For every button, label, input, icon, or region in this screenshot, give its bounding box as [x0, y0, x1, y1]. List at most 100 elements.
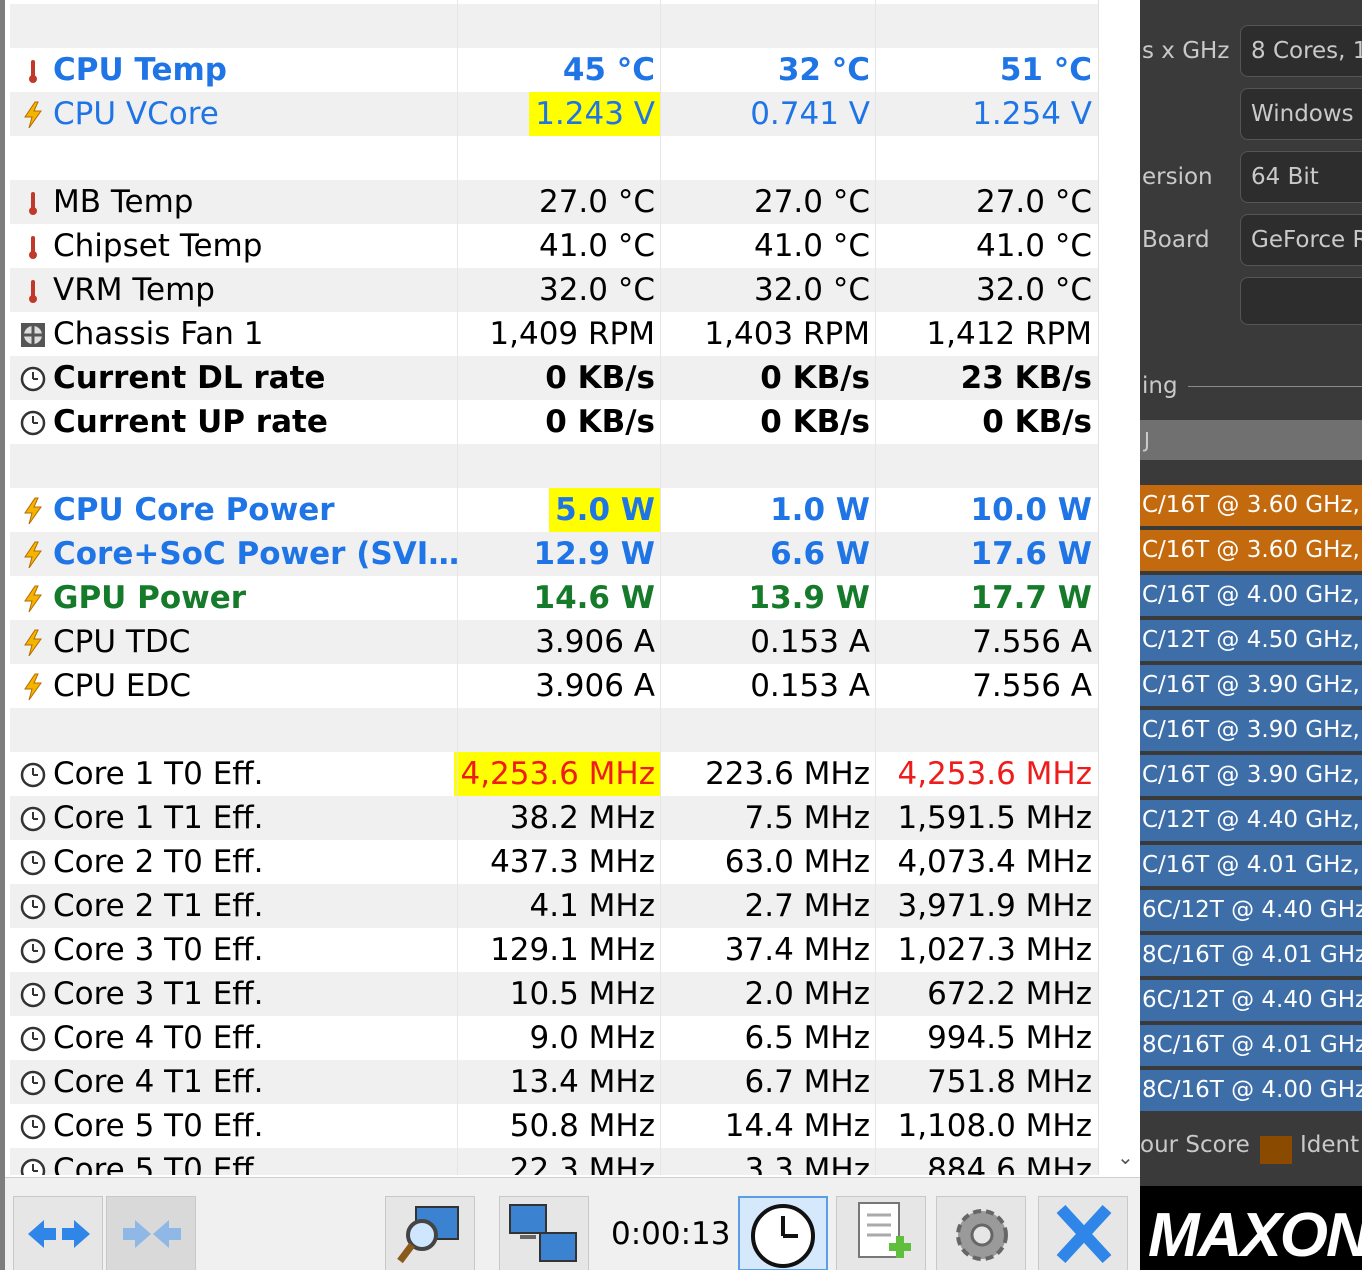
sensor-row[interactable]: CPU TDC 3.906 A 0.153 A 7.556 A	[10, 620, 1098, 664]
ranking-item[interactable]: 6C/12T @ 4.40 GHz,	[1140, 980, 1362, 1021]
sensor-row[interactable]: CPU EDC 3.906 A 0.153 A 7.556 A	[10, 664, 1098, 708]
ranking-item[interactable]: 8C/16T @ 4.00 GHz,	[1140, 1070, 1362, 1111]
maximum-value: 7.556 A	[972, 668, 1092, 704]
minimum-value: 27.0 °C	[753, 184, 870, 220]
info-value-empty	[1240, 277, 1362, 325]
expand-arrows-button[interactable]	[13, 1196, 103, 1270]
sensor-row[interactable]: Chassis Fan 1 1,409 RPM 1,403 RPM 1,412 RPM	[10, 312, 1098, 356]
sensor-label: CPU Temp	[53, 52, 227, 88]
sensor-row[interactable]: Core 5 T0 Eff. 22.3 MHz 3.3 MHz 884.6 MHz	[10, 1148, 1098, 1175]
close-icon	[1056, 1204, 1112, 1264]
ranking-item[interactable]: C/16T @ 3.60 GHz, A	[1140, 485, 1362, 526]
minimum-value: 14.4 MHz	[724, 1108, 870, 1144]
maximum-value: 10.0 W	[970, 492, 1092, 528]
sensor-row[interactable]: Core 2 T0 Eff. 437.3 MHz 63.0 MHz 4,073.4 M…	[10, 840, 1098, 884]
sensor-row[interactable]: Chipset Temp 41.0 °C 41.0 °C 41.0 °C	[10, 224, 1098, 268]
ranking-item[interactable]: C/16T @ 3.90 GHz, A	[1140, 710, 1362, 751]
sensor-row[interactable]: Current DL rate 0 KB/s 0 KB/s 23 KB/s	[10, 356, 1098, 400]
minimum-value: 63.0 MHz	[724, 844, 870, 880]
add-report-button[interactable]	[836, 1196, 926, 1270]
sensor-label: Current UP rate	[53, 404, 328, 440]
maximum-value: 4,073.4 MHz	[897, 844, 1092, 880]
sensor-row[interactable]: Core 1 T0 Eff. 4,253.6 MHz 223.6 MHz 4,253.…	[10, 752, 1098, 796]
current-value: 45 °C	[562, 52, 655, 88]
blank-row[interactable]	[10, 444, 1098, 488]
ranking-dropdown[interactable]: J	[1140, 420, 1362, 460]
sensor-label: Core 3 T1 Eff.	[53, 976, 264, 1012]
thermometer-icon	[19, 189, 47, 217]
minimum-value: 2.7 MHz	[744, 888, 870, 924]
current-value: 13.4 MHz	[509, 1064, 655, 1100]
maximum-value: 1.254 V	[972, 96, 1092, 132]
current-value: 9.0 MHz	[529, 1020, 655, 1056]
info-label-board: Board	[1142, 227, 1210, 253]
minimum-value: 7.5 MHz	[744, 800, 870, 836]
vertical-scrollbar[interactable]	[1098, 0, 1145, 1175]
sensor-row[interactable]: MB Temp 27.0 °C 27.0 °C 27.0 °C	[10, 180, 1098, 224]
sensor-row[interactable]: Core 2 T1 Eff. 4.1 MHz 2.7 MHz 3,971.9 MHz	[10, 884, 1098, 928]
double-arrow-icon	[28, 1220, 90, 1248]
maximum-value: 4,253.6 MHz	[897, 756, 1092, 792]
sensor-row[interactable]: Core 3 T1 Eff. 10.5 MHz 2.0 MHz 672.2 MHz	[10, 972, 1098, 1016]
ranking-item[interactable]: 8C/16T @ 4.01 GHz,	[1140, 1025, 1362, 1066]
sensor-row[interactable]: Core 1 T1 Eff. 38.2 MHz 7.5 MHz 1,591.5 MHz	[10, 796, 1098, 840]
sensor-row[interactable]: Core 5 T0 Eff. 50.8 MHz 14.4 MHz 1,108.0 MH…	[10, 1104, 1098, 1148]
sensor-row[interactable]: GPU Power 14.6 W 13.9 W 17.7 W	[10, 576, 1098, 620]
gauge-icon	[19, 1157, 47, 1175]
sensor-row[interactable]: CPU Core Power 5.0 W 1.0 W 10.0 W	[10, 488, 1098, 532]
scroll-down-arrow-icon[interactable]: ⌄	[1117, 1145, 1134, 1169]
network-computers-button[interactable]	[499, 1196, 589, 1270]
minimum-value: 0.153 A	[750, 624, 870, 660]
minimum-value: 6.7 MHz	[744, 1064, 870, 1100]
sensor-row[interactable]: Core 4 T0 Eff. 9.0 MHz 6.5 MHz 994.5 MHz	[10, 1016, 1098, 1060]
clock-button[interactable]	[738, 1196, 828, 1270]
blank-row[interactable]	[10, 4, 1098, 48]
sensor-row[interactable]: Current UP rate 0 KB/s 0 KB/s 0 KB/s	[10, 400, 1098, 444]
sensor-row[interactable]: CPU VCore 1.243 V 0.741 V 1.254 V	[10, 92, 1098, 136]
current-value: 38.2 MHz	[509, 800, 655, 836]
column-separator	[660, 0, 661, 1175]
identical-label: Ident	[1300, 1132, 1360, 1158]
blank-row[interactable]	[10, 708, 1098, 752]
info-label-version: ersion	[1142, 164, 1213, 190]
sensor-label: Core 2 T0 Eff.	[53, 844, 264, 880]
ranking-item[interactable]: 6C/12T @ 4.40 GHz,	[1140, 890, 1362, 931]
ranking-item[interactable]: C/12T @ 4.50 GHz, A	[1140, 620, 1362, 661]
minimum-value: 13.9 W	[748, 580, 870, 616]
current-value: 50.8 MHz	[509, 1108, 655, 1144]
ranking-label: ing	[1142, 373, 1178, 399]
sensor-row[interactable]: CPU Temp 45 °C 32 °C 51 °C	[10, 48, 1098, 92]
ranking-item[interactable]: C/16T @ 3.90 GHz, A	[1140, 755, 1362, 796]
ranking-item[interactable]: C/16T @ 3.60 GHz, A	[1140, 530, 1362, 571]
sensor-row[interactable]: Core 4 T1 Eff. 13.4 MHz 6.7 MHz 751.8 MHz	[10, 1060, 1098, 1104]
current-value: 22.3 MHz	[509, 1152, 655, 1175]
add-document-icon	[858, 1202, 911, 1258]
info-value-os: Windows	[1240, 88, 1362, 140]
current-value: 1.243 V	[529, 92, 661, 136]
minimum-value: 0.741 V	[750, 96, 870, 132]
maximum-value: 1,027.3 MHz	[897, 932, 1092, 968]
maximum-value: 32.0 °C	[975, 272, 1092, 308]
ranking-item[interactable]: C/12T @ 4.40 GHz, A	[1140, 800, 1362, 841]
ranking-item[interactable]: 8C/16T @ 4.01 GHz,	[1140, 935, 1362, 976]
sensor-row[interactable]: VRM Temp 32.0 °C 32.0 °C 32.0 °C	[10, 268, 1098, 312]
maximum-value: 751.8 MHz	[927, 1064, 1092, 1100]
blank-row[interactable]	[10, 136, 1098, 180]
ranking-item[interactable]: C/16T @ 4.00 GHz, A	[1140, 575, 1362, 616]
sensor-row[interactable]: Core 3 T0 Eff. 129.1 MHz 37.4 MHz 1,027.3 M…	[10, 928, 1098, 972]
minimum-value: 223.6 MHz	[705, 756, 870, 792]
info-value-version: 64 Bit	[1240, 151, 1362, 203]
settings-button[interactable]	[936, 1196, 1026, 1270]
info-value-cores: 8 Cores, 1	[1240, 25, 1362, 77]
minimum-value: 0 KB/s	[760, 360, 870, 396]
gauge-icon	[19, 849, 47, 877]
gauge-icon	[19, 1069, 47, 1097]
ranking-item[interactable]: C/16T @ 3.90 GHz, A	[1140, 665, 1362, 706]
close-button[interactable]	[1038, 1196, 1128, 1270]
collapse-arrows-button[interactable]	[106, 1196, 196, 1270]
ranking-item[interactable]: C/16T @ 4.01 GHz, A	[1140, 845, 1362, 886]
network-monitor-button[interactable]	[385, 1196, 475, 1270]
maximum-value: 672.2 MHz	[927, 976, 1092, 1012]
sensor-row[interactable]: Core+SoC Power (SVI… 12.9 W 6.6 W 17.6 W	[10, 532, 1098, 576]
current-value: 1,409 RPM	[489, 316, 655, 352]
